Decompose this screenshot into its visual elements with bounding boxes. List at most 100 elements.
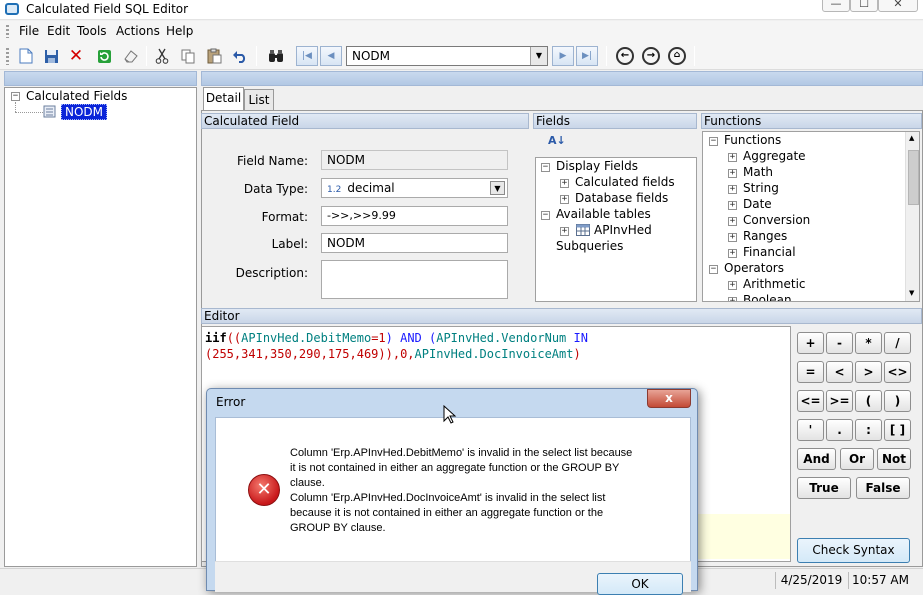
first-record-icon[interactable]: |◀: [296, 46, 318, 66]
scroll-thumb[interactable]: [908, 150, 919, 205]
close-window-button[interactable]: ✕: [878, 0, 918, 12]
tree-item-math[interactable]: Math: [743, 165, 773, 179]
menu-tools[interactable]: Tools: [72, 21, 112, 42]
key-period[interactable]: .: [826, 419, 853, 441]
toolbar-grip[interactable]: [6, 48, 9, 65]
back-icon[interactable]: ←: [616, 47, 634, 65]
tree-item-available-tables[interactable]: Available tables: [556, 207, 651, 221]
format-field[interactable]: ->>,>>9.99: [321, 206, 508, 226]
fields-tree[interactable]: − Display Fields + Calculated fields + D…: [535, 157, 697, 302]
key-or[interactable]: Or: [840, 448, 874, 470]
scroll-down-icon[interactable]: ▼: [909, 289, 914, 297]
key-not-equal[interactable]: <>: [884, 361, 911, 383]
check-syntax-button[interactable]: Check Syntax: [797, 538, 910, 563]
menu-help[interactable]: Help: [161, 21, 198, 42]
minimize-button[interactable]: —: [822, 0, 850, 12]
key-greater-equal[interactable]: >=: [826, 390, 853, 412]
tree-item-apinvhed[interactable]: APInvHed: [594, 223, 652, 237]
functions-tree[interactable]: − Functions + Aggregate + Math + String …: [702, 131, 920, 302]
tree-item-calculated-fields[interactable]: Calculated fields: [575, 175, 675, 189]
maximize-button[interactable]: ☐: [850, 0, 878, 12]
tree-item-ranges[interactable]: Ranges: [743, 229, 787, 243]
expand-icon[interactable]: +: [560, 179, 569, 188]
tree-item-functions[interactable]: Functions: [724, 133, 781, 147]
description-field[interactable]: [321, 260, 508, 299]
expand-icon[interactable]: +: [560, 227, 569, 236]
key-false[interactable]: False: [856, 477, 910, 499]
tree-item-aggregate[interactable]: Aggregate: [743, 149, 806, 163]
tab-detail[interactable]: Detail: [203, 87, 244, 111]
key-not[interactable]: Not: [877, 448, 911, 470]
refresh-icon[interactable]: [93, 46, 115, 66]
collapse-icon[interactable]: −: [709, 137, 718, 146]
label-field[interactable]: NODM: [321, 233, 508, 253]
forward-icon[interactable]: →: [642, 47, 660, 65]
chevron-down-icon[interactable]: ▼: [530, 47, 547, 65]
data-type-select[interactable]: 1.2 decimal ▼: [321, 178, 508, 198]
key-greater-than[interactable]: >: [855, 361, 882, 383]
tree-panel[interactable]: − Calculated Fields NODM: [4, 87, 197, 567]
sort-alpha-icon[interactable]: A↓: [548, 134, 566, 147]
expand-icon[interactable]: +: [728, 201, 737, 210]
record-select[interactable]: NODM ▼: [346, 46, 548, 66]
tree-item-database-fields[interactable]: Database fields: [575, 191, 668, 205]
collapse-icon[interactable]: −: [11, 92, 20, 101]
tree-item-string[interactable]: String: [743, 181, 779, 195]
functions-scrollbar[interactable]: ▲ ▼: [905, 132, 919, 301]
key-equals[interactable]: =: [797, 361, 824, 383]
key-open-paren[interactable]: (: [855, 390, 882, 412]
tree-item-display-fields[interactable]: Display Fields: [556, 159, 638, 173]
tree-root-calculated-fields[interactable]: Calculated Fields: [26, 89, 127, 103]
field-name-field[interactable]: NODM: [321, 150, 508, 170]
key-and[interactable]: And: [797, 448, 836, 470]
expand-icon[interactable]: +: [728, 281, 737, 290]
key-quote[interactable]: ': [797, 419, 824, 441]
copy-icon[interactable]: [177, 46, 199, 66]
chevron-down-icon[interactable]: ▼: [490, 181, 505, 195]
expand-icon[interactable]: +: [560, 195, 569, 204]
key-true[interactable]: True: [797, 477, 851, 499]
expand-icon[interactable]: +: [728, 169, 737, 178]
key-brackets[interactable]: [ ]: [884, 419, 911, 441]
scroll-up-icon[interactable]: ▲: [909, 134, 914, 142]
expand-icon[interactable]: +: [728, 297, 737, 301]
key-multiply[interactable]: *: [855, 332, 882, 354]
tree-item-subqueries[interactable]: Subqueries: [556, 239, 623, 253]
ok-button[interactable]: OK: [597, 573, 683, 595]
key-plus[interactable]: +: [797, 332, 824, 354]
expand-icon[interactable]: +: [728, 217, 737, 226]
tree-item-nodm[interactable]: NODM: [61, 104, 108, 120]
expand-icon[interactable]: +: [728, 249, 737, 258]
tree-item-operators[interactable]: Operators: [724, 261, 784, 275]
collapse-icon[interactable]: −: [541, 211, 550, 220]
last-record-icon[interactable]: ▶|: [576, 46, 598, 66]
menubar-grip[interactable]: [6, 25, 9, 38]
find-icon[interactable]: [265, 46, 287, 66]
expand-icon[interactable]: +: [728, 185, 737, 194]
collapse-icon[interactable]: −: [709, 265, 718, 274]
clear-icon[interactable]: [120, 46, 142, 66]
key-minus[interactable]: -: [826, 332, 853, 354]
delete-icon[interactable]: ✕: [65, 46, 87, 66]
tab-list[interactable]: List: [244, 89, 274, 111]
menu-actions[interactable]: Actions: [111, 21, 165, 42]
tree-item-conversion[interactable]: Conversion: [743, 213, 810, 227]
dialog-close-button[interactable]: x: [647, 389, 691, 408]
next-record-icon[interactable]: ▶: [552, 46, 574, 66]
save-icon[interactable]: [40, 46, 62, 66]
home-icon[interactable]: ⌂: [668, 47, 686, 65]
tree-item-date[interactable]: Date: [743, 197, 772, 211]
paste-icon[interactable]: [203, 46, 225, 66]
tree-item-financial[interactable]: Financial: [743, 245, 796, 259]
menu-file[interactable]: File: [14, 21, 44, 42]
expand-icon[interactable]: +: [728, 153, 737, 162]
menu-edit[interactable]: Edit: [42, 21, 75, 42]
prev-record-icon[interactable]: ◀: [320, 46, 342, 66]
key-close-paren[interactable]: ): [884, 390, 911, 412]
collapse-icon[interactable]: −: [541, 163, 550, 172]
key-divide[interactable]: /: [884, 332, 911, 354]
tree-item-boolean[interactable]: Boolean: [743, 293, 792, 301]
tree-item-arithmetic[interactable]: Arithmetic: [743, 277, 806, 291]
key-less-than[interactable]: <: [826, 361, 853, 383]
expand-icon[interactable]: +: [728, 233, 737, 242]
